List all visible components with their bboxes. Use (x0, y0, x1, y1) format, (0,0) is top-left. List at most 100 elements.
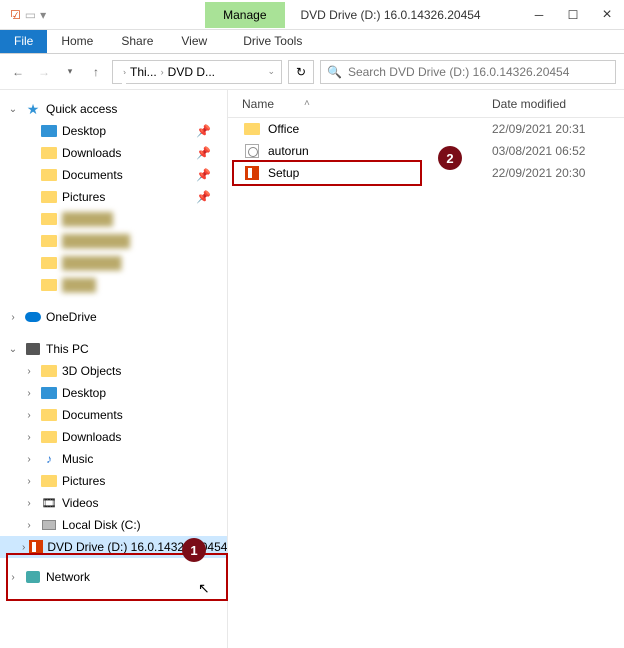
search-input[interactable] (348, 65, 609, 79)
search-box[interactable]: 🔍 (320, 60, 616, 84)
nav-label: Pictures (62, 190, 105, 204)
breadcrumb-dropdown-icon[interactable]: ⌄ (267, 66, 275, 77)
nav-this-pc[interactable]: ⌄This PC (0, 338, 227, 360)
close-button[interactable]: × (590, 0, 624, 30)
navigation-pane: ⌄ ★ Quick access Desktop📌 Downloads📌 Doc… (0, 90, 228, 648)
chevron-right-icon[interactable]: › (6, 312, 20, 323)
nav-label: Quick access (46, 102, 117, 116)
breadcrumb-sep: › (161, 67, 164, 77)
desktop-icon (41, 387, 57, 399)
cursor-icon: ↖ (198, 580, 210, 597)
folder-icon (41, 213, 57, 225)
3d-objects-icon (41, 365, 57, 377)
nav-label: Videos (62, 496, 98, 510)
disk-icon (42, 520, 56, 530)
star-icon: ★ (24, 101, 42, 117)
recent-dropdown[interactable]: ▾ (60, 66, 80, 77)
pictures-icon (41, 475, 57, 487)
nav-label: OneDrive (46, 310, 97, 324)
tab-home[interactable]: Home (47, 30, 107, 53)
forward-button[interactable]: → (34, 65, 54, 79)
nav-blurred-item[interactable]: ██████ (0, 208, 227, 230)
videos-icon: 🎞 (40, 495, 58, 511)
nav-label: Documents (62, 168, 123, 182)
refresh-button[interactable]: ↻ (288, 60, 314, 84)
nav-label: Desktop (62, 124, 106, 138)
cloud-icon (25, 312, 41, 322)
nav-network[interactable]: ›Network (0, 566, 227, 588)
titlebar: ☑ ▭ ▾ Manage DVD Drive (D:) 16.0.14326.2… (0, 0, 624, 30)
tab-drive-tools[interactable]: Drive Tools (233, 30, 312, 53)
nav-music[interactable]: ›♪Music (0, 448, 227, 470)
nav-pictures[interactable]: Pictures 📌 (0, 186, 227, 208)
annotation-callout-1: 1 (182, 538, 206, 562)
column-header-row: Name˄ Date modified (228, 90, 624, 118)
network-icon (26, 571, 40, 583)
nav-blurred-item[interactable]: ████ (0, 274, 227, 296)
chevron-down-icon[interactable]: ⌄ (6, 104, 20, 115)
folder-icon (41, 279, 57, 291)
nav-label: Network (46, 570, 90, 584)
tab-share[interactable]: Share (107, 30, 167, 53)
nav-desktop-pc[interactable]: ›Desktop (0, 382, 227, 404)
maximize-button[interactable]: ☐ (556, 0, 590, 30)
downloads-icon (41, 431, 57, 443)
nav-label: Local Disk (C:) (62, 518, 141, 532)
tab-view[interactable]: View (167, 30, 221, 53)
pc-icon (26, 343, 40, 355)
pin-icon: 📌 (196, 190, 221, 204)
qat-dropdown-icon[interactable]: ▾ (40, 8, 46, 22)
column-header-date[interactable]: Date modified (492, 97, 566, 111)
up-button[interactable]: ↑ (86, 65, 106, 79)
file-row[interactable]: autorun 03/08/2021 06:52 (228, 140, 624, 162)
nav-onedrive[interactable]: › OneDrive (0, 306, 227, 328)
column-header-name[interactable]: Name˄ (242, 97, 492, 111)
folder-icon (41, 235, 57, 247)
nav-label: Desktop (62, 386, 106, 400)
chevron-down-icon[interactable]: ⌄ (6, 344, 20, 355)
breadcrumb[interactable]: › Thi... › DVD D... ⌄ (112, 60, 282, 84)
office-icon (242, 166, 262, 180)
window-title: DVD Drive (D:) 16.0.14326.20454 (285, 8, 497, 22)
file-row[interactable]: Setup 22/09/2021 20:30 (228, 162, 624, 184)
minimize-button[interactable]: ─ (522, 0, 556, 30)
qat-separator: ▭ (25, 8, 36, 22)
office-icon (29, 539, 43, 555)
tab-file[interactable]: File (0, 30, 47, 53)
sort-indicator-icon: ˄ (304, 98, 310, 109)
ini-icon (242, 144, 262, 158)
file-row[interactable]: Office 22/09/2021 20:31 (228, 118, 624, 140)
nav-blurred-item[interactable]: ████████ (0, 230, 227, 252)
address-bar: ← → ▾ ↑ › Thi... › DVD D... ⌄ ↻ 🔍 (0, 54, 624, 90)
manage-contextual-tab[interactable]: Manage (205, 2, 284, 28)
back-button[interactable]: ← (8, 65, 28, 79)
file-date: 03/08/2021 06:52 (492, 144, 585, 158)
nav-quick-access[interactable]: ⌄ ★ Quick access (0, 98, 227, 120)
music-icon: ♪ (40, 451, 58, 467)
folder-icon (242, 123, 262, 135)
file-list-pane: Name˄ Date modified Office 22/09/2021 20… (228, 90, 624, 648)
nav-label: Music (62, 452, 93, 466)
quick-access-toolbar: ☑ ▭ ▾ (0, 8, 52, 22)
nav-documents-pc[interactable]: ›Documents (0, 404, 227, 426)
nav-blurred-item[interactable]: ███████ (0, 252, 227, 274)
nav-downloads[interactable]: Downloads📌 (0, 142, 227, 164)
folder-icon (41, 257, 57, 269)
nav-label: Downloads (62, 430, 121, 444)
downloads-icon (41, 147, 57, 159)
pin-icon: 📌 (196, 124, 221, 138)
nav-label: Documents (62, 408, 123, 422)
nav-local-disk[interactable]: ›Local Disk (C:) (0, 514, 227, 536)
nav-pictures-pc[interactable]: ›Pictures (0, 470, 227, 492)
pictures-icon (41, 191, 57, 203)
nav-label-redacted: ███████ (62, 256, 122, 270)
nav-videos[interactable]: ›🎞Videos (0, 492, 227, 514)
nav-documents[interactable]: Documents📌 (0, 164, 227, 186)
file-name: Setup (262, 166, 492, 180)
breadcrumb-item[interactable]: Thi... (130, 65, 157, 79)
file-date: 22/09/2021 20:30 (492, 166, 585, 180)
breadcrumb-item[interactable]: DVD D... (168, 65, 215, 79)
nav-desktop[interactable]: Desktop 📌 (0, 120, 227, 142)
nav-downloads-pc[interactable]: ›Downloads (0, 426, 227, 448)
nav-3d-objects[interactable]: ›3D Objects (0, 360, 227, 382)
